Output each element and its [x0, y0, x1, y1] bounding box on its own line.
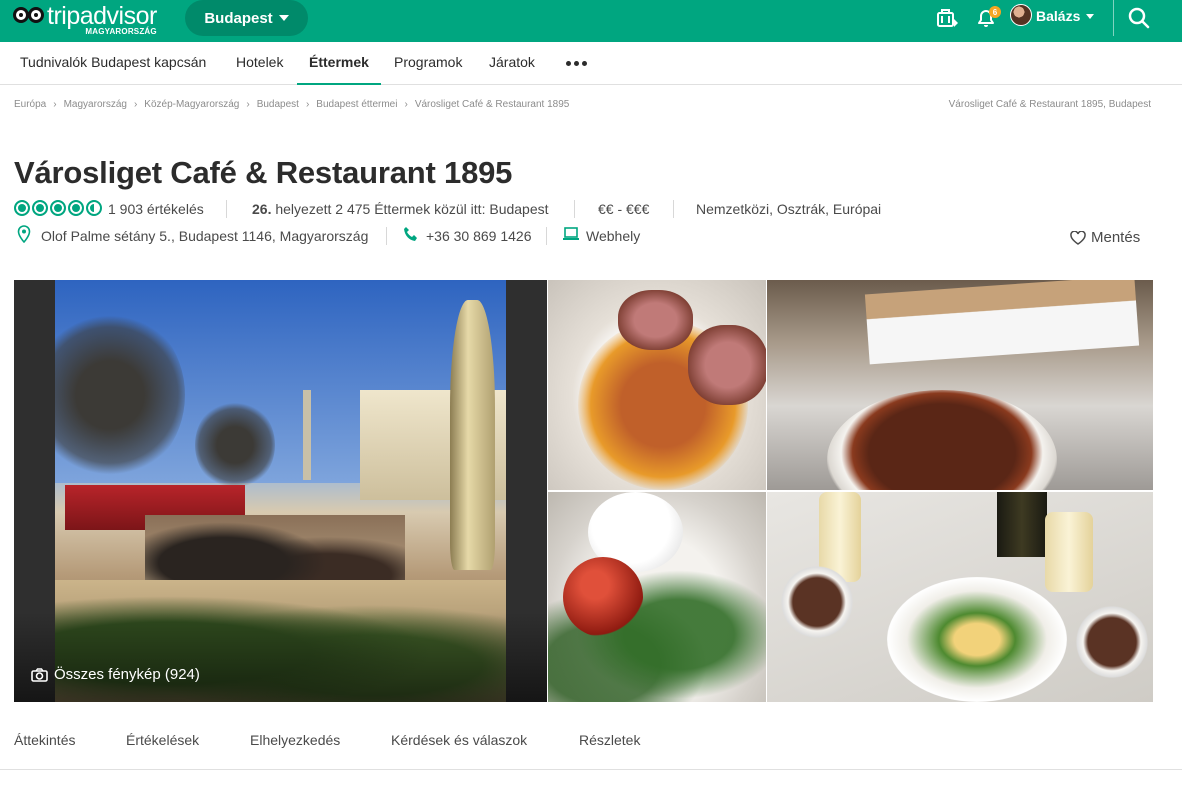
review-count[interactable]: 1 903 értékelés [108, 201, 204, 217]
heart-icon [1070, 230, 1086, 245]
breadcrumb-separator-icon: › [53, 99, 57, 110]
price-range: €€ - €€€ [598, 201, 650, 217]
user-name[interactable]: Balázs [1036, 8, 1080, 24]
rating-bubble-icon [68, 200, 84, 216]
divider [574, 200, 575, 218]
tab-location[interactable]: Elhelyezkedés [250, 732, 340, 748]
breadcrumb-item-budapest-restaurants[interactable]: Budapest éttermei [316, 99, 397, 110]
tab-overview[interactable]: Áttekintés [14, 732, 75, 748]
notification-badge: 6 [989, 6, 1001, 18]
breadcrumb-separator-icon: › [404, 99, 408, 110]
rating-bubble-icon [14, 200, 30, 216]
more-dots-icon[interactable] [566, 61, 587, 66]
location-pin-icon [17, 225, 31, 246]
camera-icon [31, 667, 48, 682]
photo-thumbnail-meat[interactable] [548, 280, 766, 490]
all-photos-label: Összes fénykép (924) [54, 666, 200, 683]
avatar[interactable] [1010, 4, 1032, 26]
save-button[interactable]: Mentés [1070, 229, 1140, 246]
breadcrumb-separator-icon: › [133, 99, 138, 110]
city-selector[interactable]: Budapest [185, 0, 308, 36]
divider [673, 200, 674, 218]
nav-item-tudnivalok[interactable]: Tudnivalók Budapest kapcsán [20, 42, 206, 85]
breadcrumb: Európa › Magyarország › Közép-Magyarország… [14, 99, 569, 110]
tripadvisor-logo[interactable]: tripadvisor MAGYARORSZÁG [13, 4, 157, 36]
photo-thumbnail-salad[interactable] [548, 492, 766, 702]
page-title: Városliget Café & Restaurant 1895 [14, 155, 513, 190]
all-photos-button[interactable]: Összes fénykép (924) [31, 666, 200, 683]
nav-item-restaurants[interactable]: Éttermek [297, 42, 381, 85]
nav-item-flights[interactable]: Járatok [489, 42, 535, 85]
breadcrumb-item-hungary[interactable]: Magyarország [64, 99, 127, 110]
rating-bubbles[interactable] [14, 200, 102, 216]
header-divider [1113, 0, 1114, 36]
breadcrumb-separator-icon: › [246, 99, 250, 110]
rank-text: helyezett 2 475 Éttermek közül itt: Buda… [271, 201, 549, 217]
search-icon[interactable] [1126, 5, 1152, 31]
logo-brand: tripadvisor [47, 2, 157, 30]
tab-questions[interactable]: Kérdések és válaszok [391, 732, 527, 748]
breadcrumb-separator-icon: › [305, 99, 310, 110]
tab-reviews[interactable]: Értékelések [126, 732, 199, 748]
main-nav: Tudnivalók Budapest kapcsán Hotelek Étte… [0, 42, 1182, 85]
rating-bubble-icon [32, 200, 48, 216]
nav-item-hotels[interactable]: Hotelek [236, 42, 283, 85]
tab-details[interactable]: Részletek [579, 732, 640, 748]
save-label: Mentés [1091, 229, 1141, 246]
breadcrumb-item-europe[interactable]: Európa [14, 99, 46, 110]
user-chevron-down-icon[interactable] [1086, 14, 1094, 19]
cuisines[interactable]: Nemzetközi, Osztrák, Európai [696, 201, 881, 217]
photo-thumbnail-soup[interactable] [767, 280, 1153, 490]
divider [226, 200, 227, 218]
address-link[interactable]: Olof Palme sétány 5., Budapest 1146, Mag… [41, 228, 368, 244]
phone-number[interactable]: +36 30 869 1426 [426, 228, 532, 244]
breadcrumb-location: Városliget Café & Restaurant 1895, Budap… [948, 99, 1151, 110]
laptop-icon [562, 226, 580, 245]
phone-icon [403, 226, 419, 245]
breadcrumb-item-budapest[interactable]: Budapest [257, 99, 299, 110]
divider [546, 227, 547, 245]
top-header: tripadvisor MAGYARORSZÁG Budapest 6 Balá… [0, 0, 1182, 42]
divider [386, 227, 387, 245]
rating-half-bubble-icon [86, 200, 102, 216]
photo-thumbnail-breakfast[interactable] [767, 492, 1153, 702]
rank-number: 26. [252, 201, 272, 217]
breadcrumb-item-central-hungary[interactable]: Közép-Magyarország [144, 99, 239, 110]
chevron-down-icon [278, 15, 289, 21]
city-label: Budapest [204, 9, 273, 27]
ranking[interactable]: 26. helyezett 2 475 Éttermek közül itt: … [252, 201, 549, 217]
breadcrumb-item-current: Városliget Café & Restaurant 1895 [414, 99, 570, 110]
owl-logo-icon [13, 7, 45, 27]
main-photo[interactable]: Összes fénykép (924) [14, 280, 547, 702]
trips-icon[interactable] [935, 5, 961, 31]
section-tabs: Áttekintés Értékelések Elhelyezkedés Kér… [0, 718, 1182, 770]
website-link[interactable]: Webhely [586, 228, 640, 244]
photo-gallery: Összes fénykép (924) [14, 280, 1153, 702]
rating-bubble-icon [50, 200, 66, 216]
nav-item-programs[interactable]: Programok [394, 42, 462, 85]
